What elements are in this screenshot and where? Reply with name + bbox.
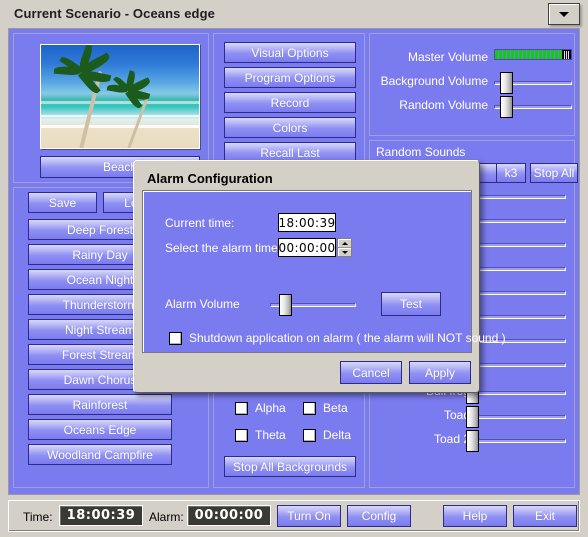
chevron-down-icon: [341, 250, 348, 254]
save-button[interactable]: Save: [28, 192, 97, 213]
time-display: 18:00:39: [59, 505, 143, 526]
checkbox-theta-label: Theta: [255, 428, 286, 442]
exit-button[interactable]: Exit: [513, 505, 577, 527]
turn-on-button[interactable]: Turn On: [277, 505, 341, 527]
cancel-button[interactable]: Cancel: [340, 361, 402, 384]
colors-button[interactable]: Colors: [224, 117, 356, 138]
sound-slider-track-3[interactable]: [478, 243, 566, 247]
stop-all-button[interactable]: Stop All: [530, 163, 578, 183]
checkbox-beta[interactable]: [303, 402, 316, 415]
alarm-time-spinner[interactable]: [337, 238, 352, 257]
current-time-label: Current time:: [165, 216, 235, 230]
sound-slider-track-6[interactable]: [478, 315, 566, 319]
visual-options-button[interactable]: Visual Options: [224, 42, 356, 63]
record-button[interactable]: Record: [224, 92, 356, 113]
toad-2-label: Toad 2: [433, 432, 470, 446]
alarm-volume-thumb[interactable]: [279, 294, 292, 316]
shutdown-on-alarm-checkbox[interactable]: [169, 332, 182, 345]
preset-rainforest[interactable]: Rainforest: [28, 394, 172, 415]
preset-oceans-edge[interactable]: Oceans Edge: [28, 419, 172, 440]
dialog-body: Current time: 18:00:39 Select the alarm …: [142, 190, 506, 353]
sound-slider-track-2[interactable]: [478, 219, 566, 223]
application-window: Current Scenario - Oceans edge Beach Sav…: [0, 0, 588, 537]
random-volume-label: Random Volume: [399, 98, 488, 112]
scenario-dropdown-button[interactable]: [548, 3, 580, 25]
test-button[interactable]: Test: [381, 292, 441, 316]
bull-frog-track[interactable]: [478, 391, 566, 395]
checkbox-theta[interactable]: [235, 429, 248, 442]
sound-slider-track-1[interactable]: [478, 195, 566, 199]
volume-frame: Master Volume Background Volume Random V…: [369, 33, 575, 136]
random-sound-button-4[interactable]: k3: [496, 163, 526, 183]
spinner-up-button[interactable]: [338, 239, 351, 248]
toad-track[interactable]: [478, 415, 566, 419]
title-bar: Current Scenario - Oceans edge: [0, 0, 588, 28]
chevron-up-icon: [341, 241, 348, 245]
alarm-volume-label: Alarm Volume: [165, 297, 240, 311]
program-options-button[interactable]: Program Options: [224, 67, 356, 88]
page-title: Current Scenario - Oceans edge: [14, 6, 215, 21]
sound-slider-track-8[interactable]: [478, 363, 566, 367]
master-volume-meter[interactable]: [494, 49, 572, 60]
sound-slider-track-5[interactable]: [478, 291, 566, 295]
alarm-time-field[interactable]: 00:00:00: [278, 238, 336, 257]
shutdown-on-alarm-label: Shutdown application on alarm ( the alar…: [189, 331, 506, 345]
scene-image: [40, 44, 200, 149]
checkbox-beta-label: Beta: [323, 401, 348, 415]
sound-slider-track-4[interactable]: [478, 267, 566, 271]
alarm-time-label: Select the alarm time: [165, 241, 278, 255]
dialog-title: Alarm Configuration: [147, 171, 273, 186]
alarm-configuration-dialog: Alarm Configuration Current time: 18:00:…: [133, 160, 506, 393]
chevron-down-icon: [559, 11, 569, 17]
config-button[interactable]: Config: [347, 505, 411, 527]
stop-all-backgrounds-button[interactable]: Stop All Backgrounds: [224, 456, 356, 477]
alarm-display: 00:00:00: [187, 505, 271, 526]
current-time-field: 18:00:39: [278, 213, 336, 232]
checkbox-alpha[interactable]: [235, 402, 248, 415]
alarm-label: Alarm:: [149, 510, 184, 524]
master-volume-label: Master Volume: [407, 50, 488, 64]
checkbox-delta-label: Delta: [323, 428, 352, 442]
spinner-down-button[interactable]: [338, 248, 351, 256]
time-label: Time:: [23, 510, 53, 524]
palm-tree-right: [103, 70, 173, 148]
checkbox-alpha-label: Alpha: [255, 401, 286, 415]
preset-woodland-campfire[interactable]: Woodland Campfire: [28, 444, 172, 465]
background-volume-thumb[interactable]: [500, 72, 513, 94]
status-bar: Time: 18:00:39 Alarm: 00:00:00 Turn On C…: [8, 500, 580, 532]
help-button[interactable]: Help: [443, 505, 507, 527]
toad-2-track[interactable]: [478, 439, 566, 443]
background-volume-label: Background Volume: [380, 74, 488, 88]
random-sounds-title: Random Sounds: [376, 145, 466, 159]
toad-2-thumb[interactable]: [466, 430, 479, 452]
checkbox-delta[interactable]: [303, 429, 316, 442]
random-volume-thumb[interactable]: [500, 96, 513, 118]
apply-button[interactable]: Apply: [409, 361, 471, 384]
toad-thumb[interactable]: [466, 406, 479, 428]
toad-label: Toad: [443, 408, 470, 422]
